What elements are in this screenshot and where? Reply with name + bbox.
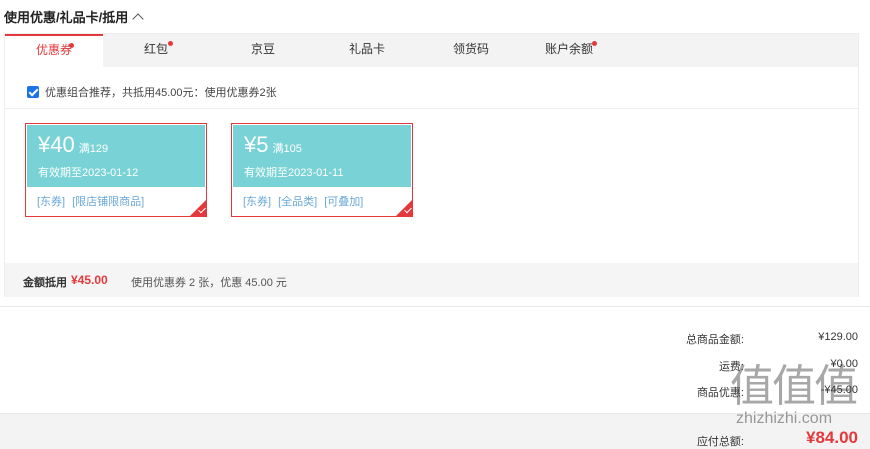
coupon-value: ¥5	[244, 132, 269, 157]
coupon-validity: 有效期至2023-01-11	[244, 167, 344, 179]
total-value: -¥45.00	[820, 384, 858, 396]
combo-text: 优惠组合推荐，共抵用45.00元：使用优惠券2张	[45, 87, 277, 99]
coupon-tag: [限店铺限商品]	[72, 196, 145, 208]
discount-summary: 金额抵用 ¥45.00 使用优惠券 2 张，优惠 45.00 元	[5, 263, 858, 297]
coupon-tag: [全品类]	[278, 196, 318, 208]
summary-description: 使用优惠券 2 张，优惠 45.00 元	[131, 277, 287, 289]
coupon-tag: [东券]	[243, 196, 272, 208]
coupon-amount: ¥5 满105	[244, 132, 302, 162]
tab-label: 京豆	[250, 42, 275, 56]
coupon-card[interactable]: ¥40 满129 有效期至2023-01-12 [东券] [限店铺限商品]	[25, 123, 207, 217]
total-value: ¥0.00	[830, 358, 858, 370]
summary-value: ¥45.00	[71, 273, 108, 287]
tab-bar: 优惠券 红包 京豆 礼品卡 领货码 账户余额	[5, 34, 858, 67]
discount-panel: 优惠券 红包 京豆 礼品卡 领货码 账户余额 优惠组合推荐，共抵用45.00元：…	[4, 33, 859, 297]
divider	[5, 108, 858, 109]
payable-bar: 应付总额: ¥84.00	[0, 413, 870, 449]
total-value: ¥129.00	[818, 331, 858, 343]
coupon-face: ¥5 满105 有效期至2023-01-11	[233, 125, 411, 187]
tab-gift-card[interactable]: 礼品卡	[317, 34, 417, 67]
total-label: 运费:	[718, 361, 744, 373]
total-label: 总商品金额:	[685, 334, 744, 346]
tab-label: 优惠券	[35, 43, 72, 57]
coupon-tags: [东券] [全品类] [可叠加]	[243, 193, 363, 209]
coupon-condition: 满129	[78, 143, 109, 155]
combo-recommend-row: 优惠组合推荐，共抵用45.00元：使用优惠券2张	[27, 84, 277, 100]
payable-value: ¥84.00	[806, 428, 858, 447]
tab-jingdou[interactable]: 京豆	[213, 34, 313, 67]
coupon-value: ¥40	[38, 132, 75, 157]
payable-label: 应付总额:	[696, 436, 744, 448]
notification-dot	[69, 43, 74, 48]
total-label: 商品优惠:	[696, 387, 744, 399]
coupon-condition: 满105	[272, 143, 302, 155]
summary-label: 金额抵用	[23, 277, 67, 289]
divider	[0, 306, 870, 307]
coupon-tags: [东券] [限店铺限商品]	[37, 193, 144, 209]
tab-label: 领货码	[452, 42, 489, 56]
tab-label: 红包	[143, 42, 168, 56]
coupon-tag: [可叠加]	[324, 196, 364, 208]
tab-pickup-code[interactable]: 领货码	[421, 34, 521, 67]
coupon-validity: 有效期至2023-01-12	[38, 167, 139, 179]
combo-checkbox[interactable]	[27, 86, 39, 98]
tab-label: 账户余额	[544, 42, 593, 56]
tab-account-balance[interactable]: 账户余额	[519, 34, 619, 67]
section-header[interactable]: 使用优惠/礼品卡/抵用	[4, 7, 144, 26]
coupon-face: ¥40 满129 有效期至2023-01-12	[27, 125, 205, 187]
coupon-tag: [东券]	[37, 196, 66, 208]
coupon-card[interactable]: ¥5 满105 有效期至2023-01-11 [东券] [全品类] [可叠加]	[231, 123, 413, 217]
tab-coupons[interactable]: 优惠券	[5, 34, 103, 67]
section-title: 使用优惠/礼品卡/抵用	[4, 10, 129, 25]
tab-red-packet[interactable]: 红包	[106, 34, 206, 67]
coupon-amount: ¥40 满129	[38, 132, 108, 162]
notification-dot	[168, 41, 173, 46]
tab-label: 礼品卡	[348, 42, 385, 56]
notification-dot	[592, 41, 597, 46]
chevron-up-icon[interactable]	[132, 12, 144, 25]
